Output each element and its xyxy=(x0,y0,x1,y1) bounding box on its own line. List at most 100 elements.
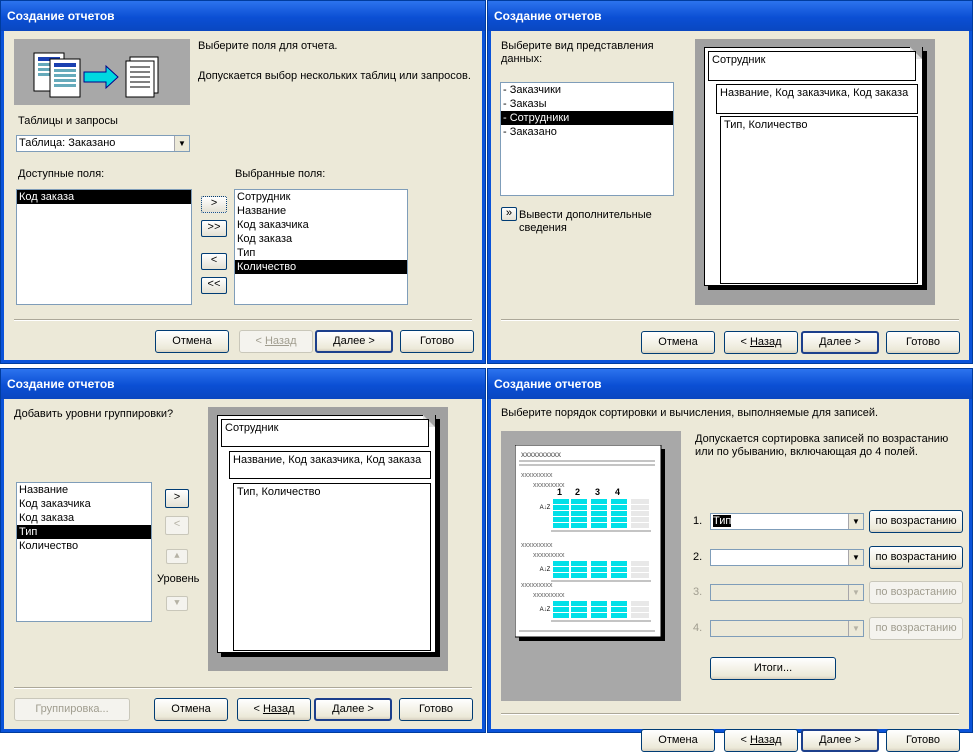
thumb-cell xyxy=(571,567,587,572)
thumb-placeholder-text: xxxxxxxxx xyxy=(533,592,565,599)
next-button[interactable]: Далее > xyxy=(801,729,879,752)
move-one-left-button[interactable]: < xyxy=(201,253,227,270)
thumb-cell xyxy=(553,499,569,504)
window-title: Создание отчетов xyxy=(1,1,485,31)
remove-group-button: < xyxy=(165,516,189,535)
thumb-cell xyxy=(591,523,607,528)
thumb-placeholder-text: xxxxxxxxx xyxy=(521,542,553,549)
finish-button[interactable]: Готово xyxy=(886,729,960,752)
thumb-cell xyxy=(631,523,649,528)
move-one-right-button[interactable]: > xyxy=(201,196,227,213)
thumb-cell xyxy=(553,601,569,606)
chevron-down-icon[interactable]: ▼ xyxy=(848,550,863,565)
thumb-cell xyxy=(571,613,587,618)
window-client: Добавить уровни группировки? Название Код… xyxy=(4,399,482,729)
priority-down-button: ▼ xyxy=(166,596,188,611)
thumb-cell xyxy=(631,511,649,516)
preview-level-3: Тип, Количество xyxy=(233,483,431,651)
list-item[interactable]: Код заказа xyxy=(235,232,407,246)
priority-up-button: ▲ xyxy=(166,549,188,564)
sort-number: 1. xyxy=(693,515,703,527)
cancel-button[interactable]: Отмена xyxy=(155,330,229,353)
thumb-cell xyxy=(611,523,627,528)
available-fields-list[interactable]: Код заказа xyxy=(16,189,192,305)
thumb-cell xyxy=(571,561,587,566)
chevron-down-icon[interactable]: ▼ xyxy=(848,514,863,529)
thumb-cell xyxy=(611,607,627,612)
sort-field-combo-2[interactable]: ▼ xyxy=(710,549,864,566)
list-item[interactable]: Тип xyxy=(17,525,151,539)
grouping-prompt: Добавить уровни группировки? xyxy=(14,408,174,420)
list-item[interactable]: - Заказано xyxy=(501,125,673,139)
back-label: Назад xyxy=(264,335,297,347)
add-group-button[interactable]: > xyxy=(165,489,189,508)
thumb-column-number: 2 xyxy=(575,487,580,497)
thumb-sort-glyph: A↓Z xyxy=(540,505,551,511)
tables-to-report-icon xyxy=(33,52,159,98)
finish-button[interactable]: Готово xyxy=(399,698,473,721)
sort-number: 3. xyxy=(693,586,703,598)
thumb-cell xyxy=(591,613,607,618)
list-item[interactable]: Тип xyxy=(235,246,407,260)
wizard-illustration xyxy=(14,39,190,105)
thumb-placeholder-text: xxxxxxxxx xyxy=(521,472,553,479)
thumb-cell xyxy=(571,523,587,528)
list-item[interactable]: Код заказа xyxy=(17,511,151,525)
thumb-cell xyxy=(611,613,627,618)
wizard-window-grouping: Создание отчетов Добавить уровни группир… xyxy=(0,368,486,733)
list-item[interactable]: Сотрудник xyxy=(235,190,407,204)
thumb-cell xyxy=(571,499,587,504)
cancel-button[interactable]: Отмена xyxy=(641,331,715,354)
cancel-button[interactable]: Отмена xyxy=(641,729,715,752)
sort-order-button-2[interactable]: по возрастанию xyxy=(869,546,963,569)
back-button[interactable]: < Назад xyxy=(724,331,798,354)
list-item[interactable]: - Заказчики xyxy=(501,83,673,97)
sort-order-button-3: по возрастанию xyxy=(869,581,963,604)
view-list[interactable]: - Заказчики - Заказы - Сотрудники - Заказан… xyxy=(500,82,674,196)
sort-illustration: xxxxxxxxxxxxxxxxxxxxxxxxxxxx1 2 3 4A↓Zxxxxx… xyxy=(515,445,665,641)
thumb-cell xyxy=(611,511,627,516)
sort-field-combo-1[interactable]: Тип ▼ xyxy=(710,513,864,530)
cancel-button[interactable]: Отмена xyxy=(154,698,228,721)
list-item[interactable]: - Сотрудники xyxy=(501,111,673,125)
back-label: Назад xyxy=(749,336,782,348)
sort-field-combo-4: ▼ xyxy=(710,620,864,637)
list-item[interactable]: Название xyxy=(17,483,151,497)
back-button[interactable]: < Назад xyxy=(724,729,798,752)
list-item[interactable]: Код заказа xyxy=(17,190,191,204)
thumb-header-text: xxxxxxxxxx xyxy=(521,450,561,459)
list-item[interactable]: Название xyxy=(235,204,407,218)
thumb-cell xyxy=(553,517,569,522)
list-item[interactable]: Количество xyxy=(17,539,151,553)
divider xyxy=(14,319,472,321)
totals-button[interactable]: Итоги... xyxy=(710,657,836,680)
move-all-left-button[interactable]: << xyxy=(201,277,227,294)
more-details-button[interactable]: » xyxy=(501,207,517,221)
next-button[interactable]: Далее > xyxy=(314,698,392,721)
sorting-hint: Допускается сортировка записей по возрас… xyxy=(695,433,949,458)
list-item[interactable]: Код заказчика xyxy=(17,497,151,511)
divider xyxy=(14,687,472,689)
grouping-fields-list[interactable]: Название Код заказчика Код заказа Тип Количе… xyxy=(16,482,152,622)
list-item[interactable]: - Заказы xyxy=(501,97,673,111)
thumb-cell xyxy=(591,561,607,566)
tables-combo[interactable]: Таблица: Заказано ▼ xyxy=(16,135,190,152)
next-button[interactable]: Далее > xyxy=(315,330,393,353)
back-button[interactable]: < Назад xyxy=(237,698,311,721)
thumb-cell xyxy=(591,505,607,510)
next-button[interactable]: Далее > xyxy=(801,331,879,354)
sort-field-value: Тип xyxy=(713,515,732,527)
selected-fields-list[interactable]: Сотрудник Название Код заказчика Код заказа… xyxy=(234,189,408,305)
preview-level-1: Сотрудник xyxy=(708,51,916,81)
thumb-cell xyxy=(571,573,587,578)
sort-order-button-1[interactable]: по возрастанию xyxy=(869,510,963,533)
list-item[interactable]: Код заказчика xyxy=(235,218,407,232)
intro-text: Выберите поля для отчета. xyxy=(198,40,338,52)
chevron-down-icon[interactable]: ▼ xyxy=(174,136,189,151)
finish-button[interactable]: Готово xyxy=(886,331,960,354)
chevron-down-icon: ▼ xyxy=(848,585,863,600)
thumb-cell xyxy=(611,517,627,522)
list-item[interactable]: Количество xyxy=(235,260,407,274)
move-all-right-button[interactable]: >> xyxy=(201,220,227,237)
finish-button[interactable]: Готово xyxy=(400,330,474,353)
